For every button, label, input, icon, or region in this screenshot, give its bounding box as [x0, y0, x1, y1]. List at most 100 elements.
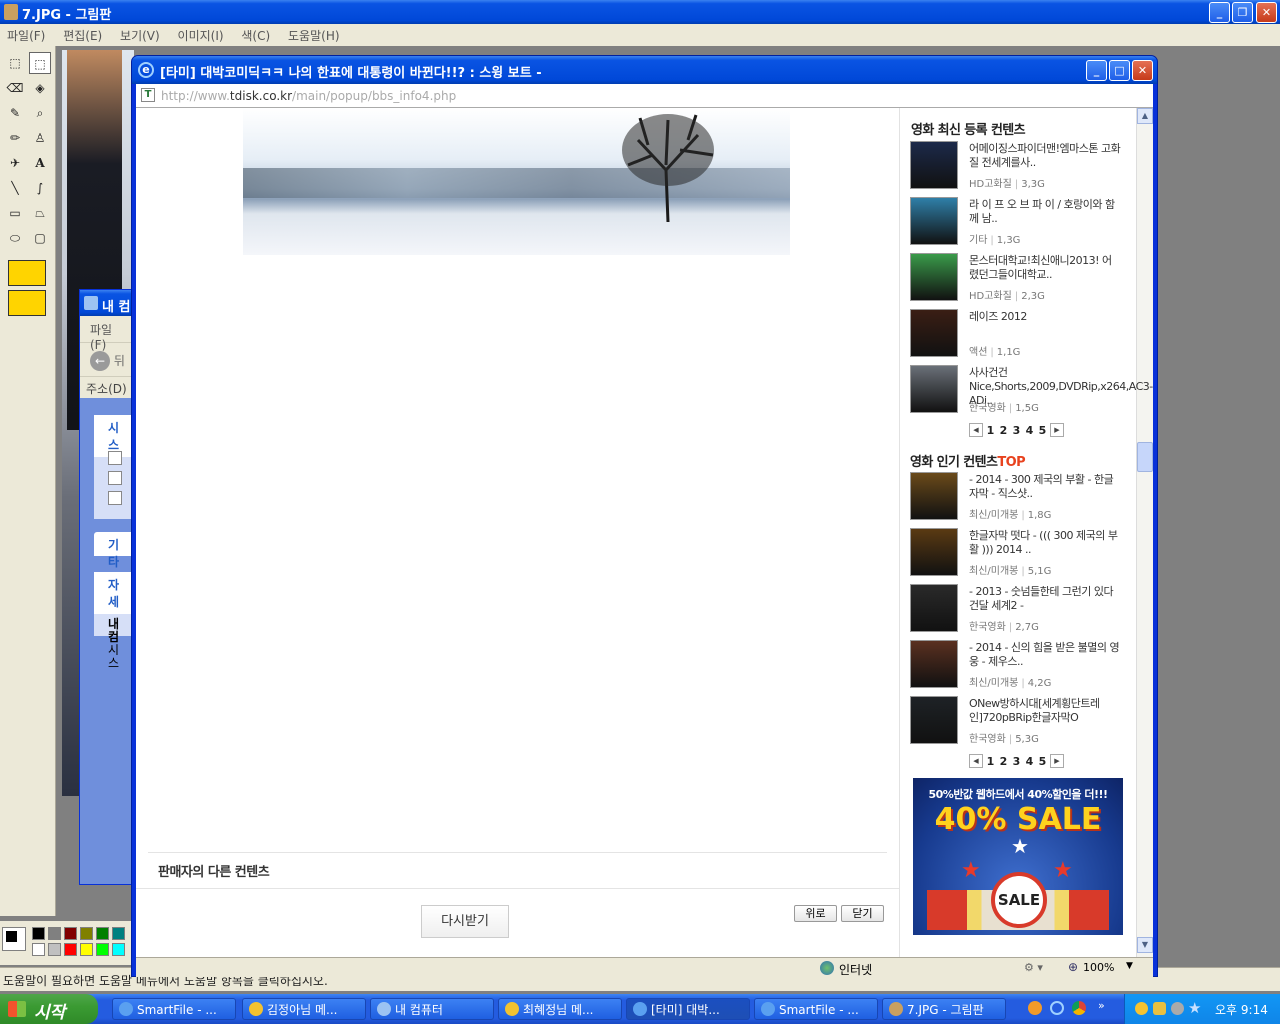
swatch[interactable] — [48, 927, 61, 940]
ellipse-icon[interactable]: ⬭ — [4, 227, 26, 249]
rectangle-icon[interactable]: ▭ — [4, 202, 26, 224]
top-button[interactable]: 위로 — [794, 905, 837, 922]
page-link[interactable]: 5 — [1037, 424, 1048, 437]
page-link[interactable]: 2 — [998, 755, 1009, 768]
swatch[interactable] — [64, 943, 77, 956]
menu-file[interactable]: 파일(F) — [0, 24, 52, 47]
movie-title-link[interactable]: - 2014 - 신의 힘을 받은 불멸의 영웅 - 제우스.. — [969, 641, 1121, 669]
page-link[interactable]: 4 — [1024, 424, 1035, 437]
maximize-button[interactable]: ❐ — [1232, 2, 1253, 23]
close-button[interactable]: ✕ — [1256, 2, 1277, 23]
close-page-button[interactable]: 닫기 — [841, 905, 884, 922]
taskbar-button[interactable]: SmartFile - ... — [112, 998, 236, 1020]
magnifier-icon[interactable]: ⌕ — [29, 102, 51, 124]
network-icon[interactable] — [1171, 1002, 1184, 1015]
mycomputer-window[interactable]: 내 컴 파일(F) ← 뒤 주소(D) 시스 기타 자세 내 컴 시스 — [79, 289, 136, 885]
chrome-icon[interactable] — [1072, 1001, 1086, 1015]
scroll-up-button[interactable]: ▲ — [1137, 108, 1153, 124]
ie-quick-icon[interactable] — [1050, 1001, 1064, 1015]
task-panel-system[interactable]: 시스 — [94, 415, 135, 519]
movie-title-link[interactable]: - 2013 - 숫넘들한테 그런기 있다 건달 세계2 - — [969, 585, 1121, 613]
popup-close-button[interactable]: ✕ — [1132, 60, 1153, 81]
scroll-thumb[interactable] — [1137, 442, 1153, 472]
menu-color[interactable]: 색(C) — [234, 24, 277, 47]
movie-poster-thumbnail[interactable] — [910, 197, 958, 245]
rounded-rect-icon[interactable]: ▢ — [29, 227, 51, 249]
menu-edit[interactable]: 편집(E) — [56, 24, 109, 47]
movie-title-link[interactable]: 라 이 프 오 브 파 이 / 호랑이와 함께 남.. — [969, 198, 1121, 226]
swatch[interactable] — [96, 927, 109, 940]
zoom-dropdown-icon[interactable]: ▼ — [1126, 961, 1133, 971]
menu-view[interactable]: 보기(V) — [113, 24, 167, 47]
shield-icon[interactable] — [1153, 1002, 1166, 1015]
system-info-icon[interactable] — [108, 451, 122, 465]
back-label[interactable]: 뒤 — [114, 354, 125, 368]
swatch[interactable] — [80, 927, 93, 940]
taskbar-button[interactable]: 김정아님 메... — [242, 998, 366, 1020]
swatch[interactable] — [32, 927, 45, 940]
pencil-icon[interactable]: ✏ — [4, 127, 26, 149]
movie-title-link[interactable]: 어메이징스파이더맨!엠마스톤 고화질 전세계를사.. — [969, 142, 1121, 170]
current-color[interactable] — [2, 927, 26, 951]
pager-next-icon[interactable]: ▶ — [1050, 423, 1064, 437]
movie-title-link[interactable]: 레이즈 2012 — [969, 310, 1121, 324]
movie-poster-thumbnail[interactable] — [910, 584, 958, 632]
movie-poster-thumbnail[interactable] — [910, 365, 958, 413]
movie-poster-thumbnail[interactable] — [910, 141, 958, 189]
fill-icon[interactable]: ◈ — [29, 77, 51, 99]
swatch[interactable] — [112, 943, 125, 956]
tray-star-icon[interactable]: ★ — [1188, 999, 1201, 1017]
text-icon[interactable]: A — [29, 152, 51, 174]
transparent-option-icon[interactable] — [8, 260, 46, 286]
movie-poster-thumbnail[interactable] — [910, 640, 958, 688]
swatch[interactable] — [64, 927, 77, 940]
popup-minimize-button[interactable]: _ — [1086, 60, 1107, 81]
eraser-icon[interactable]: ⌫ — [4, 77, 26, 99]
add-remove-icon[interactable] — [108, 471, 122, 485]
opaque-option-icon[interactable] — [8, 290, 46, 316]
more-icon[interactable]: » — [1098, 999, 1105, 1012]
swatch[interactable] — [48, 943, 61, 956]
change-setting-icon[interactable] — [108, 491, 122, 505]
picker-icon[interactable]: ✎ — [4, 102, 26, 124]
zoom-icon[interactable]: ⊕ — [1068, 960, 1078, 974]
task-panel-other[interactable]: 기타 — [94, 532, 135, 569]
taskbar-button[interactable]: [타미] 대박... — [626, 998, 750, 1020]
movie-poster-thumbnail[interactable] — [910, 696, 958, 744]
pager-next-icon[interactable]: ▶ — [1050, 754, 1064, 768]
pager-prev-icon[interactable]: ◀ — [969, 754, 983, 768]
brush-icon[interactable]: ♙ — [29, 127, 51, 149]
back-icon[interactable]: ← — [90, 351, 110, 371]
curve-icon[interactable]: ∫ — [29, 177, 51, 199]
movie-title-link[interactable]: - 2014 - 300 제국의 부활 - 한글자막 - 직스샷.. — [969, 473, 1121, 501]
swatch[interactable] — [32, 943, 45, 956]
minimize-button[interactable]: _ — [1209, 2, 1230, 23]
clock[interactable]: 오후 9:14 — [1215, 1001, 1268, 1018]
pager-prev-icon[interactable]: ◀ — [969, 423, 983, 437]
page-link[interactable]: 1 — [985, 424, 996, 437]
airbrush-icon[interactable]: ✈ — [4, 152, 26, 174]
start-label[interactable]: 시작 — [34, 1003, 65, 1023]
panel-details-title[interactable]: 자세 — [94, 572, 135, 614]
paint-titlebar[interactable]: 7.JPG - 그림판 _ ❐ ✕ — [0, 0, 1280, 24]
panel-other-title[interactable]: 기타 — [108, 538, 119, 569]
menu-image[interactable]: 이미지(I) — [171, 24, 231, 47]
taskbar-button[interactable]: SmartFile - ... — [754, 998, 878, 1020]
taskbar-button[interactable]: 7.JPG - 그림판 — [882, 998, 1006, 1020]
taskbar-button[interactable]: 내 컴퓨터 — [370, 998, 494, 1020]
movie-title-link[interactable]: 몬스터대학교!최신애니2013! 어렸던그들이대학교.. — [969, 254, 1121, 282]
movie-poster-thumbnail[interactable] — [910, 528, 958, 576]
redownload-button[interactable]: 다시받기 — [421, 905, 509, 938]
free-select-icon[interactable]: ⬚ — [4, 52, 26, 74]
page-link[interactable]: 1 — [985, 755, 996, 768]
taskbar-button[interactable]: 최혜정님 메... — [498, 998, 622, 1020]
rect-select-icon[interactable]: ⬚ — [29, 52, 51, 74]
movie-title-link[interactable]: 한글자막 떳다 - ((( 300 제국의 부활 ))) 2014 .. — [969, 529, 1121, 557]
popup-maximize-button[interactable]: □ — [1109, 60, 1130, 81]
movie-poster-thumbnail[interactable] — [910, 253, 958, 301]
page-link[interactable]: 5 — [1037, 755, 1048, 768]
messenger-icon[interactable] — [1135, 1002, 1148, 1015]
line-icon[interactable]: ╲ — [4, 177, 26, 199]
swatch[interactable] — [112, 927, 125, 940]
popup-scrollbar[interactable]: ▲ ▼ — [1136, 108, 1153, 957]
